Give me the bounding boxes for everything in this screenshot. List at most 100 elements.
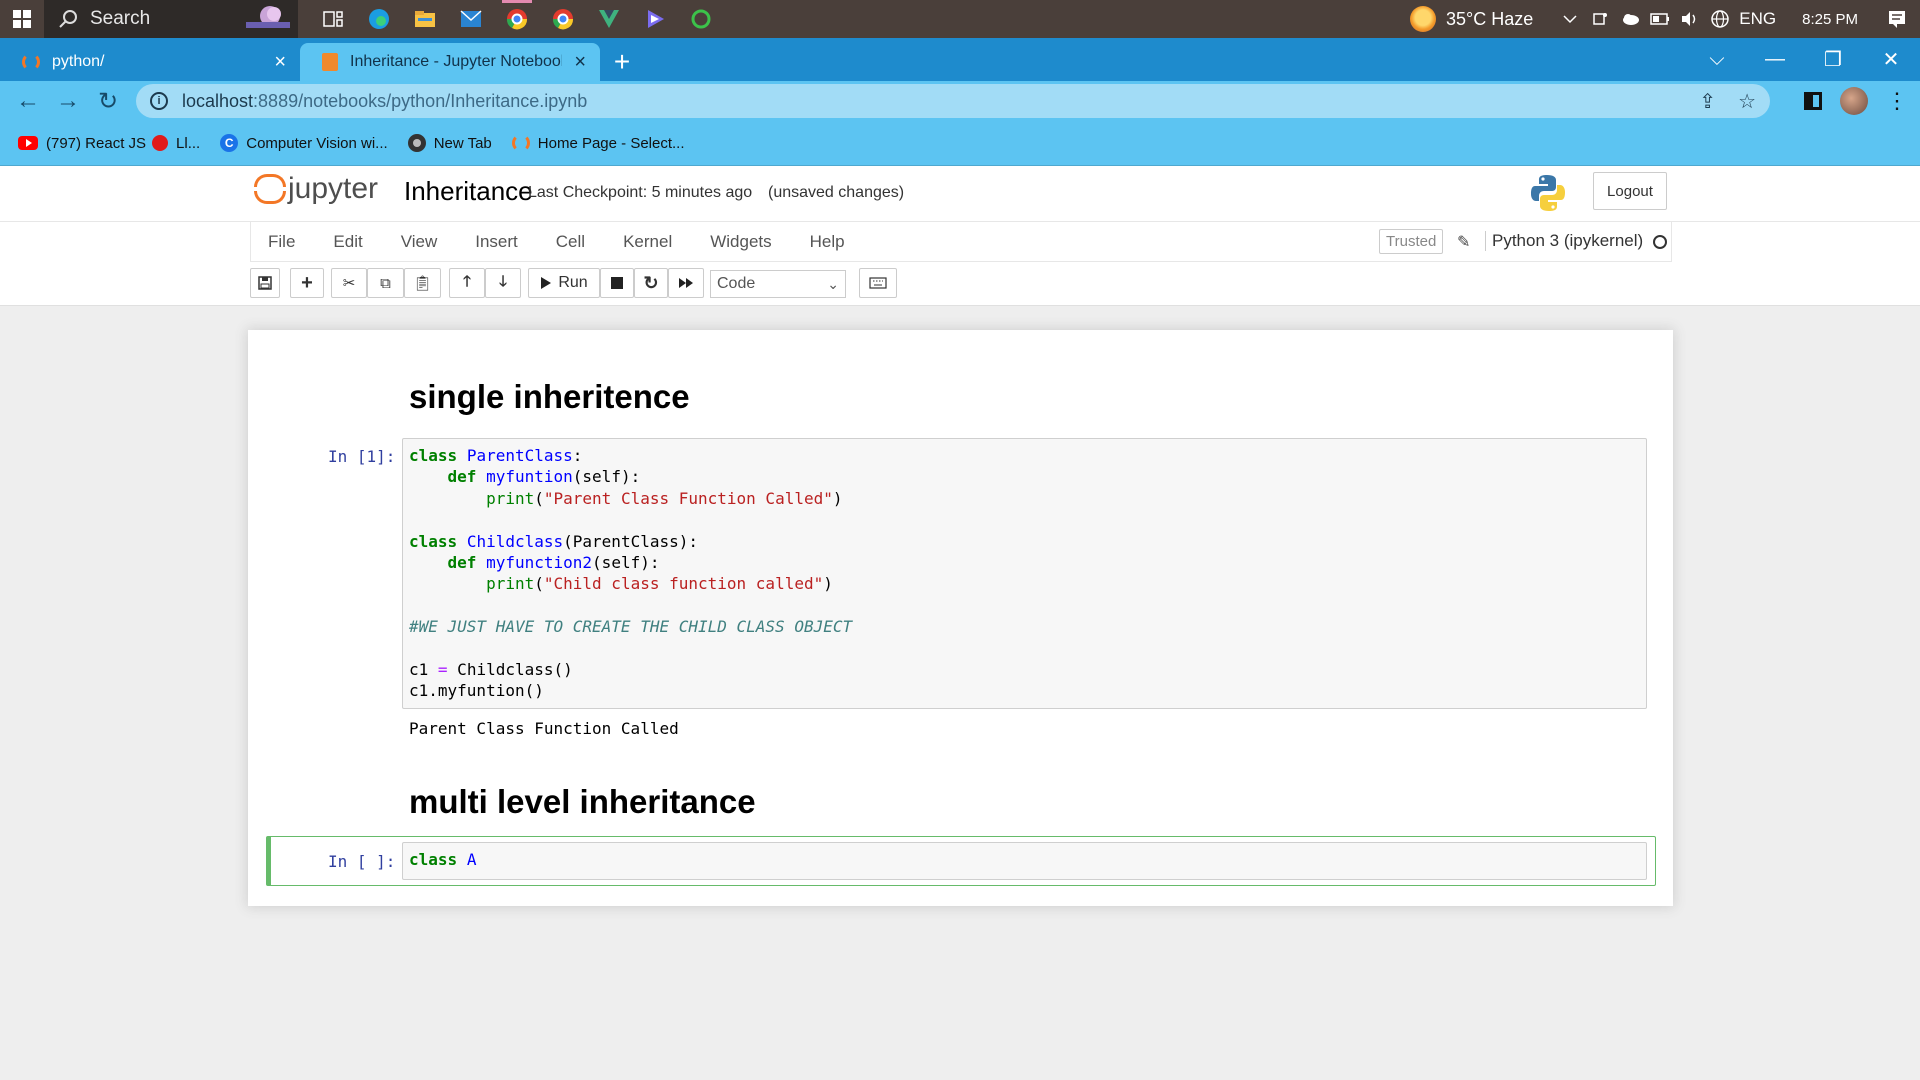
tab-title: python/ bbox=[52, 53, 105, 70]
window-close-icon[interactable]: ✕ bbox=[1862, 47, 1920, 72]
run-button[interactable]: Run bbox=[528, 268, 600, 298]
reload-icon[interactable]: ↻ bbox=[88, 81, 128, 121]
restore-icon[interactable]: ❐ bbox=[1804, 47, 1862, 72]
side-panel-icon[interactable] bbox=[1804, 92, 1822, 110]
notebook-toolbar: + ✂ ⧉ 📋︎ 🡑 🡓 Run ↻ Code ⌄ bbox=[0, 262, 1920, 306]
menu-view[interactable]: View bbox=[382, 232, 457, 252]
edge-icon[interactable] bbox=[356, 0, 402, 38]
code-editor[interactable]: class A bbox=[409, 849, 476, 870]
markdown-heading-single-inheritence[interactable]: single inheritence bbox=[409, 378, 690, 416]
input-prompt: In [1]: bbox=[328, 447, 396, 466]
url-field[interactable]: i localhost:8889/notebooks/python/Inheri… bbox=[136, 84, 1770, 118]
new-tab-button[interactable]: + bbox=[600, 43, 644, 81]
bookmark-label: Ll... bbox=[176, 134, 201, 152]
green-app-icon[interactable] bbox=[678, 0, 724, 38]
move-up-button[interactable]: 🡑 bbox=[449, 268, 485, 298]
windows-logo-icon bbox=[13, 10, 31, 28]
code-editor[interactable]: class ParentClass: def myfuntion(self): … bbox=[409, 445, 852, 702]
share-icon[interactable]: ⇪ bbox=[1699, 89, 1716, 114]
run-label: Run bbox=[558, 274, 588, 291]
copy-button[interactable]: ⧉ bbox=[367, 268, 404, 298]
menu-cell[interactable]: Cell bbox=[537, 232, 604, 252]
taskbar-search-label: Search bbox=[90, 8, 151, 29]
arrow-up-icon: 🡑 bbox=[463, 272, 471, 290]
markdown-heading-multi-level-inheritance[interactable]: multi level inheritance bbox=[409, 783, 756, 821]
menu-help[interactable]: Help bbox=[791, 232, 864, 252]
trusted-badge[interactable]: Trusted bbox=[1379, 229, 1444, 254]
bookmarks-bar: (797) React JS Ll... C Computer Vision w… bbox=[0, 121, 1920, 166]
cell-type-value: Code bbox=[717, 275, 756, 292]
notifications-icon[interactable] bbox=[1886, 8, 1908, 30]
chrome-icon[interactable] bbox=[494, 0, 540, 38]
paste-button[interactable]: 📋︎ bbox=[404, 268, 441, 298]
tab-inheritance[interactable]: Inheritance - Jupyter Notebook × bbox=[300, 43, 600, 81]
mail-icon[interactable] bbox=[448, 0, 494, 38]
code-cell-2[interactable]: class A bbox=[402, 842, 1647, 880]
command-palette-button[interactable] bbox=[859, 268, 897, 298]
chevron-up-icon[interactable] bbox=[1559, 8, 1581, 30]
menu-kernel[interactable]: Kernel bbox=[604, 232, 691, 252]
bookmark-star-icon[interactable]: ☆ bbox=[1738, 89, 1756, 114]
tab-python[interactable]: python/ × bbox=[0, 43, 300, 81]
close-tab-icon[interactable]: × bbox=[274, 52, 286, 72]
python-logo-icon bbox=[1531, 175, 1565, 211]
tab-search-icon[interactable]: ⌵ bbox=[1688, 48, 1746, 71]
minimize-icon[interactable]: — bbox=[1746, 48, 1804, 71]
fast-forward-icon bbox=[679, 278, 693, 288]
profile-avatar[interactable] bbox=[1840, 87, 1868, 115]
kernel-name[interactable]: Python 3 (ipykernel) bbox=[1485, 231, 1643, 251]
start-button[interactable] bbox=[0, 0, 44, 38]
close-tab-icon[interactable]: × bbox=[574, 52, 586, 72]
bookmark-label: (797) React JS bbox=[46, 134, 147, 152]
cut-button[interactable]: ✂ bbox=[331, 268, 367, 298]
meet-icon[interactable] bbox=[1589, 8, 1611, 30]
bookmark-ll[interactable]: Ll... bbox=[152, 135, 200, 152]
network-globe-icon[interactable] bbox=[1709, 8, 1731, 30]
interrupt-button[interactable] bbox=[600, 268, 634, 298]
url-host: localhost bbox=[182, 90, 254, 111]
bookmark-computer-vision[interactable]: C Computer Vision wi... bbox=[220, 134, 388, 152]
cell-type-select[interactable]: Code ⌄ bbox=[710, 270, 846, 298]
forward-icon[interactable]: → bbox=[48, 81, 88, 121]
chrome-profile-icon[interactable] bbox=[540, 0, 586, 38]
bookmark-home-page[interactable]: Home Page - Select... bbox=[511, 134, 685, 152]
save-button[interactable] bbox=[250, 268, 280, 298]
tab-title: Inheritance - Jupyter Notebook bbox=[350, 53, 563, 70]
jupyter-logo[interactable]: jupyter bbox=[252, 172, 378, 206]
weather-widget[interactable]: 35°C Haze bbox=[1410, 6, 1533, 32]
play-icon bbox=[541, 277, 552, 289]
jupyter-header: jupyter Inheritance Last Checkpoint: 5 m… bbox=[0, 166, 1920, 222]
jupyter-logo-text: jupyter bbox=[288, 172, 379, 205]
restart-button[interactable]: ↻ bbox=[634, 268, 668, 298]
restart-run-all-button[interactable] bbox=[668, 268, 704, 298]
onedrive-icon[interactable] bbox=[1619, 8, 1641, 30]
move-down-button[interactable]: 🡓 bbox=[485, 268, 521, 298]
battery-icon[interactable] bbox=[1649, 8, 1671, 30]
media-player-icon[interactable] bbox=[632, 0, 678, 38]
clock[interactable]: 8:25 PM bbox=[1802, 11, 1858, 28]
bookmark-react[interactable]: (797) React JS bbox=[18, 135, 146, 152]
browser-tab-strip: python/ × Inheritance - Jupyter Notebook… bbox=[0, 38, 1920, 81]
menu-insert[interactable]: Insert bbox=[456, 232, 537, 252]
menu-edit[interactable]: Edit bbox=[314, 232, 381, 252]
search-highlight-icon bbox=[246, 6, 290, 28]
menu-widgets[interactable]: Widgets bbox=[691, 232, 790, 252]
more-menu-icon[interactable]: ⋮ bbox=[1886, 88, 1908, 114]
autosave-status: (unsaved changes) bbox=[768, 184, 905, 201]
taskbar-search[interactable]: Search bbox=[44, 0, 298, 38]
language-indicator[interactable]: ENG bbox=[1739, 9, 1776, 29]
last-checkpoint: Last Checkpoint: 5 minutes ago bbox=[528, 184, 753, 201]
logout-button[interactable]: Logout bbox=[1593, 172, 1667, 210]
plus-icon: + bbox=[301, 271, 313, 294]
insert-cell-button[interactable]: + bbox=[290, 268, 324, 298]
code-cell-1[interactable]: class ParentClass: def myfuntion(self): … bbox=[402, 438, 1647, 709]
back-icon[interactable]: ← bbox=[8, 81, 48, 121]
notebook-title[interactable]: Inheritance bbox=[404, 176, 533, 207]
site-info-icon[interactable]: i bbox=[150, 92, 168, 110]
bookmark-new-tab[interactable]: New Tab bbox=[407, 134, 492, 152]
volume-icon[interactable] bbox=[1679, 8, 1701, 30]
vue-icon[interactable] bbox=[586, 0, 632, 38]
menu-file[interactable]: File bbox=[251, 232, 314, 252]
task-view-icon[interactable] bbox=[310, 0, 356, 38]
file-explorer-icon[interactable] bbox=[402, 0, 448, 38]
